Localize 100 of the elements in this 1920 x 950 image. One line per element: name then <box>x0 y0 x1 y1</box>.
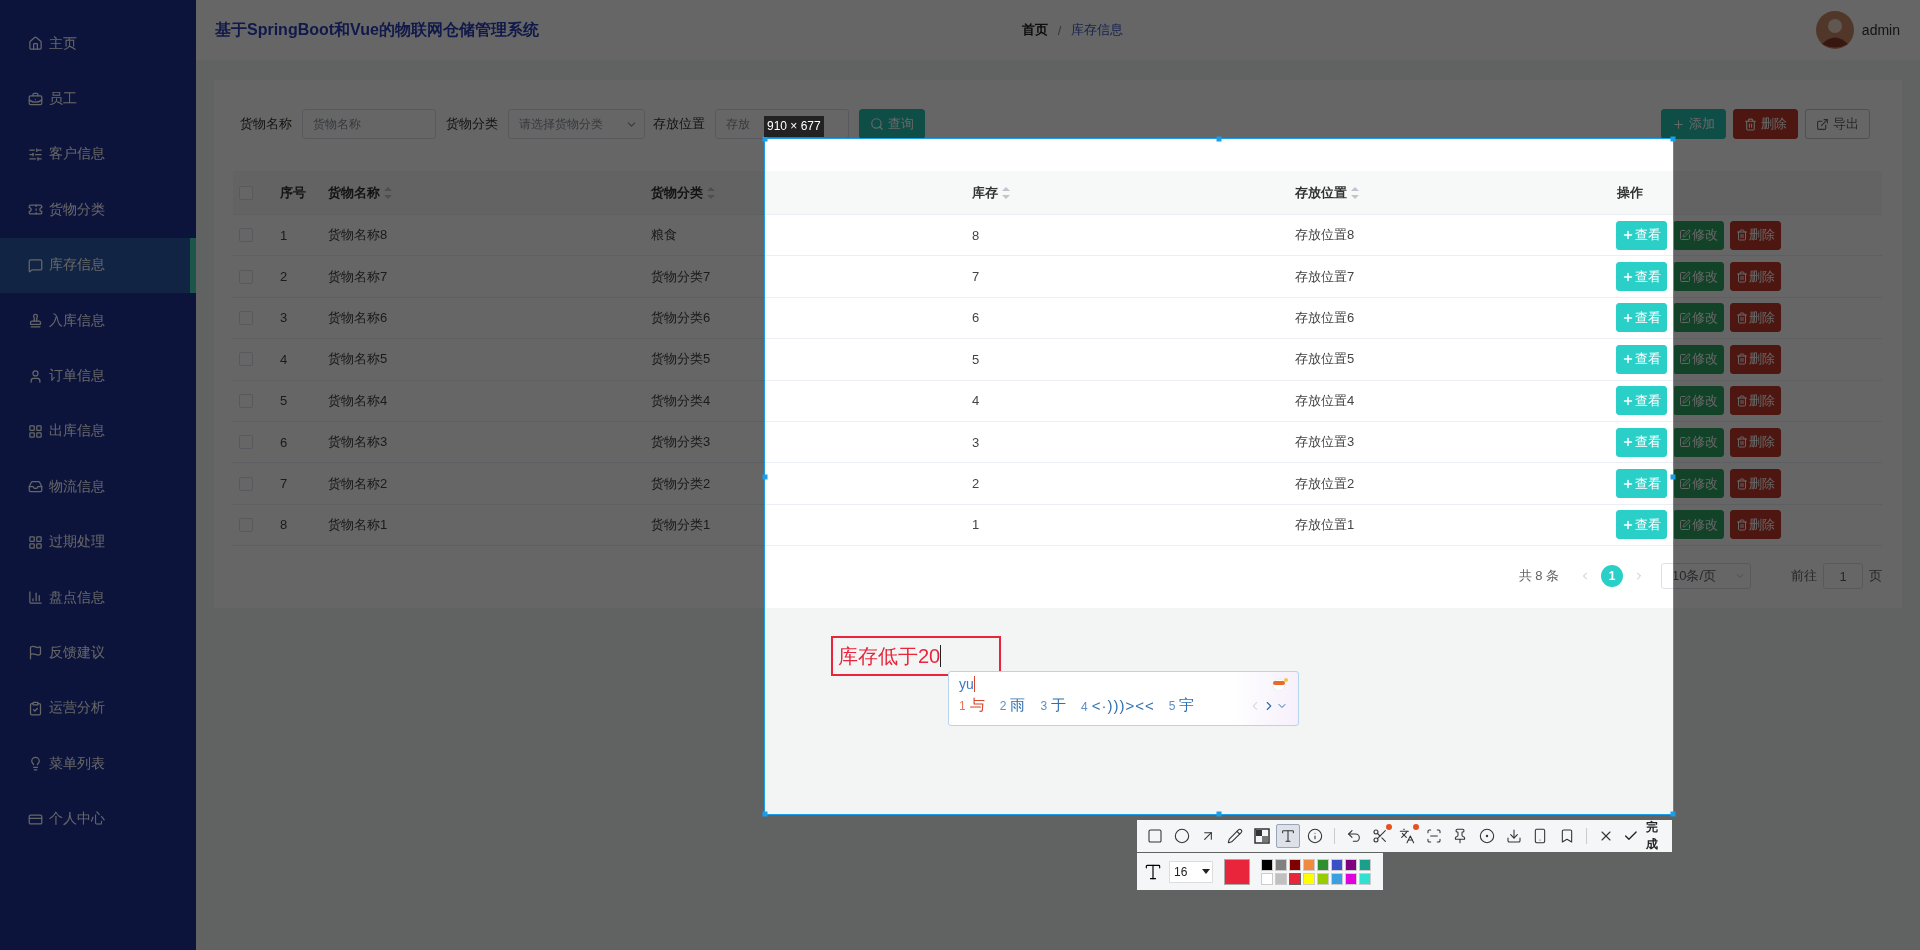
delete-button[interactable]: 删除 <box>1730 220 1781 250</box>
table-cell: 存放位置2 <box>1295 474 1355 493</box>
sidebar-item[interactable]: 个人中心 <box>0 791 196 847</box>
table-cell: 存放位置8 <box>1295 226 1355 245</box>
table-cell: 5 <box>972 351 980 367</box>
add-button[interactable]: 添加 <box>1661 109 1726 139</box>
sidebar-item[interactable]: 反馈建议 <box>0 625 196 681</box>
resize-handle[interactable] <box>762 474 768 479</box>
search-button[interactable]: 查询 <box>859 109 925 139</box>
view-button[interactable]: 查看 <box>1616 344 1667 374</box>
view-button[interactable]: 查看 <box>1616 427 1667 457</box>
edit-button[interactable]: 修改 <box>1673 469 1724 499</box>
resize-handle[interactable] <box>762 811 768 817</box>
ime-candidate[interactable]: 2 雨 <box>999 696 1027 715</box>
page-input[interactable]: 1 <box>1823 563 1863 590</box>
table-cell: 存放位置1 <box>1295 515 1355 534</box>
sort-icon[interactable] <box>1002 186 1010 199</box>
view-button[interactable]: 查看 <box>1616 510 1667 540</box>
sidebar-item[interactable]: 出库信息 <box>0 403 196 460</box>
search-icon <box>870 117 884 131</box>
delete-button[interactable]: 删除 <box>1730 344 1781 374</box>
trash-icon <box>1736 436 1748 449</box>
sidebar-item[interactable]: 货物分类 <box>0 182 196 238</box>
delete-button[interactable]: 删除 <box>1730 303 1781 333</box>
font-size-select[interactable]: 16 <box>1169 860 1213 883</box>
table-cell: 存放位置7 <box>1295 267 1355 286</box>
app-title: 基于SpringBoot和Vue的物联网仓储管理系统 <box>215 19 540 40</box>
table-cell: 7 <box>280 476 288 492</box>
edit-button[interactable]: 修改 <box>1673 510 1724 540</box>
resize-handle[interactable] <box>1216 136 1222 142</box>
trash-icon <box>1744 117 1757 131</box>
table-cell: 7 <box>972 269 980 285</box>
table-cell: 货物分类6 <box>651 308 711 327</box>
resize-handle[interactable] <box>1670 474 1676 479</box>
view-button[interactable]: 查看 <box>1616 386 1667 416</box>
plus-icon <box>1622 229 1634 242</box>
delete-button[interactable]: 删除 <box>1730 262 1781 292</box>
delete-button[interactable]: 删除 <box>1730 386 1781 416</box>
column-header[interactable]: 货物名称 <box>328 183 392 202</box>
avatar[interactable] <box>1815 11 1854 49</box>
done-button[interactable]: 完成 <box>1620 819 1667 853</box>
column-header[interactable]: 库存 <box>972 183 1010 202</box>
table-cell: 4 <box>280 351 288 367</box>
user-name[interactable]: admin <box>1861 22 1900 38</box>
ime-candidate[interactable]: 3 于 <box>1040 696 1068 715</box>
edit-icon <box>1679 229 1691 242</box>
breadcrumb-separator: / <box>1057 22 1062 38</box>
ime-candidate[interactable]: 1 与 <box>959 696 986 715</box>
filter-label: 货物分类 <box>446 115 498 133</box>
sidebar-item[interactable]: 主页 <box>0 16 196 72</box>
tool-button[interactable] <box>1276 824 1301 848</box>
delete-button[interactable]: 删除 <box>1730 469 1781 499</box>
resize-handle[interactable] <box>1216 811 1222 817</box>
edit-button[interactable]: 修改 <box>1673 427 1724 457</box>
download-icon <box>1505 828 1522 844</box>
sidebar-item[interactable]: 过期处理 <box>0 514 196 570</box>
edit-button[interactable]: 修改 <box>1673 344 1724 374</box>
delete-button[interactable]: 删除 <box>1733 109 1798 139</box>
breadcrumb-link[interactable]: 库存信息 <box>1071 21 1124 39</box>
sidebar-item[interactable]: 物流信息 <box>0 459 196 515</box>
column-header[interactable]: 货物分类 <box>651 183 715 202</box>
edit-button[interactable]: 修改 <box>1673 303 1724 333</box>
table-cell: 6 <box>280 434 288 450</box>
size-label: 910 × 677 <box>764 116 824 137</box>
edit-icon <box>1679 353 1691 366</box>
plus-icon <box>1672 117 1685 131</box>
sidebar-item[interactable]: 客户信息 <box>0 126 196 183</box>
sidebar-item[interactable]: 员工 <box>0 71 196 127</box>
view-button[interactable]: 查看 <box>1616 220 1667 250</box>
page-number[interactable]: 1 <box>1601 565 1623 588</box>
sidebar-item[interactable]: 入库信息 <box>0 292 196 349</box>
table-cell: 货物分类4 <box>651 391 711 410</box>
plus-icon <box>1622 394 1634 407</box>
view-button[interactable]: 查看 <box>1616 469 1667 499</box>
ime-candidate[interactable]: 5 宇 <box>1168 696 1196 715</box>
breadcrumb-link[interactable]: 首页 <box>1021 21 1048 39</box>
sidebar-item[interactable]: 订单信息 <box>0 348 196 404</box>
table-cell: 存放位置3 <box>1295 433 1355 452</box>
plus-icon <box>1622 270 1634 283</box>
ime-candidate[interactable]: 4 <·)))><< <box>1081 697 1155 714</box>
edit-button[interactable]: 修改 <box>1673 386 1724 416</box>
edit-button[interactable]: 修改 <box>1673 262 1724 292</box>
briefcase-icon <box>28 91 43 107</box>
export-button[interactable]: 导出 <box>1805 109 1870 139</box>
notification-dot <box>1386 824 1393 830</box>
current-color-swatch[interactable] <box>1224 858 1250 885</box>
delete-button[interactable]: 删除 <box>1730 510 1781 540</box>
sidebar-item[interactable]: 菜单列表 <box>0 736 196 792</box>
delete-button[interactable]: 删除 <box>1730 427 1781 457</box>
sidebar-item[interactable]: 运营分析 <box>0 680 196 737</box>
sort-icon[interactable] <box>1351 186 1359 199</box>
resize-handle[interactable] <box>1670 136 1676 142</box>
column-header[interactable]: 存放位置 <box>1295 183 1359 202</box>
sidebar-item[interactable]: 库存信息 <box>0 237 196 293</box>
view-button[interactable]: 查看 <box>1616 262 1667 292</box>
view-button[interactable]: 查看 <box>1616 303 1667 333</box>
edit-button[interactable]: 修改 <box>1673 220 1724 250</box>
color-swatch[interactable] <box>1289 872 1301 885</box>
resize-handle[interactable] <box>1670 811 1676 817</box>
sidebar-item[interactable]: 盘点信息 <box>0 569 196 626</box>
